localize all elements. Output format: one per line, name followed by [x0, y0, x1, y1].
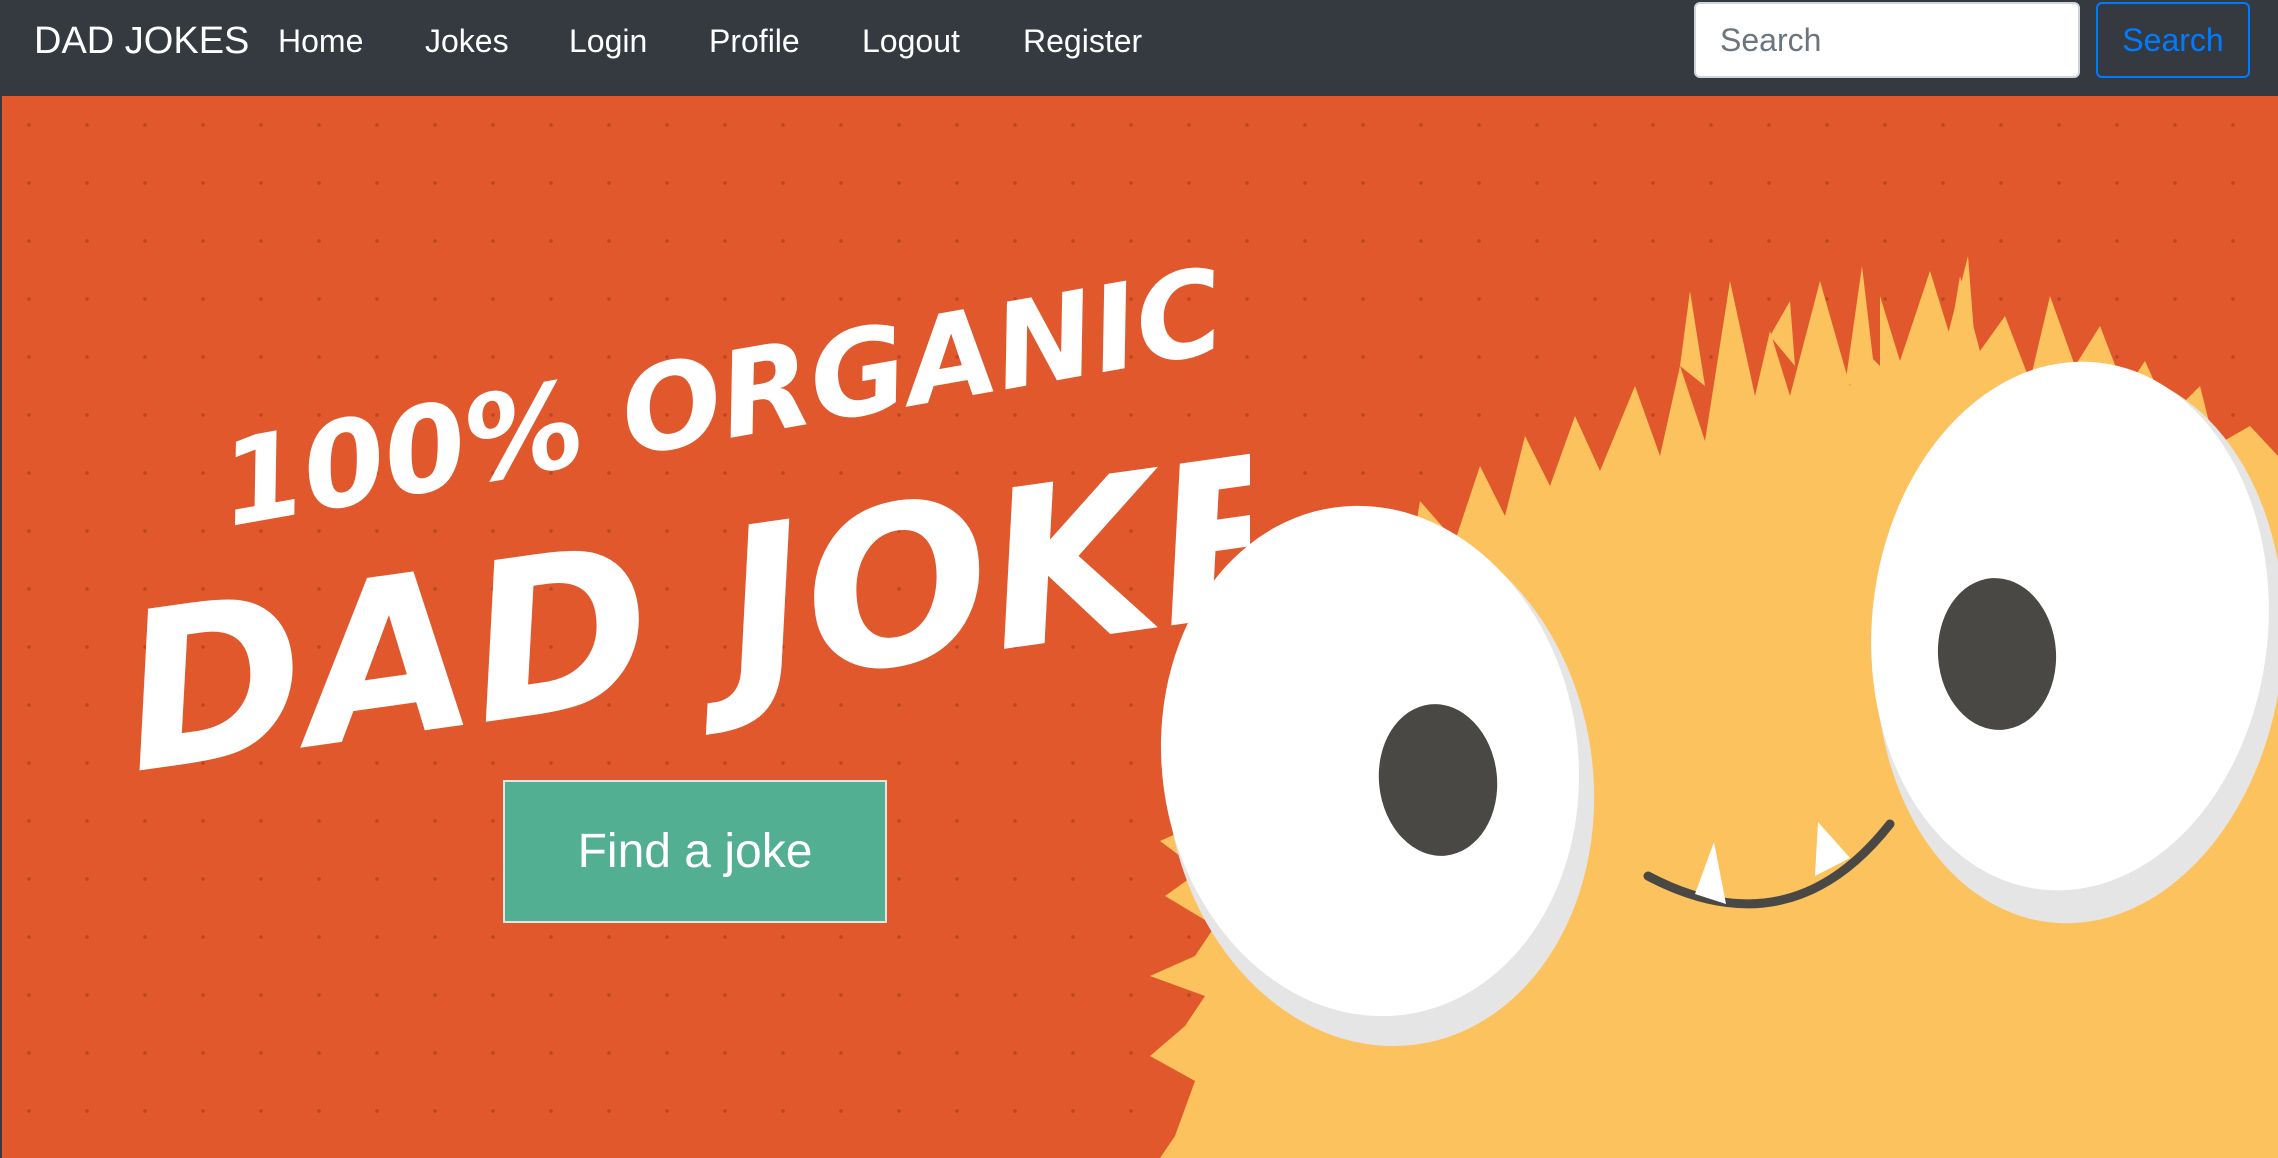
- nav-link-profile[interactable]: Profile: [709, 20, 800, 62]
- nav-link-jokes[interactable]: Jokes: [425, 20, 509, 62]
- top-navbar: DAD JOKES Home Jokes Login Profile Logou…: [0, 0, 2278, 96]
- brand-logo[interactable]: DAD JOKES: [34, 17, 249, 65]
- monster-illustration: [1150, 256, 2278, 1158]
- hero-banner: 100% ORGANIC DAD JOKES! Find a joke: [0, 96, 2278, 1158]
- nav-link-logout[interactable]: Logout: [862, 20, 960, 62]
- left-edge-divider: [0, 96, 2, 1158]
- nav-link-register[interactable]: Register: [1023, 20, 1142, 62]
- search-input[interactable]: [1694, 2, 2080, 78]
- nav-link-home[interactable]: Home: [278, 20, 363, 62]
- nav-link-login[interactable]: Login: [569, 20, 647, 62]
- search-button[interactable]: Search: [2096, 2, 2250, 78]
